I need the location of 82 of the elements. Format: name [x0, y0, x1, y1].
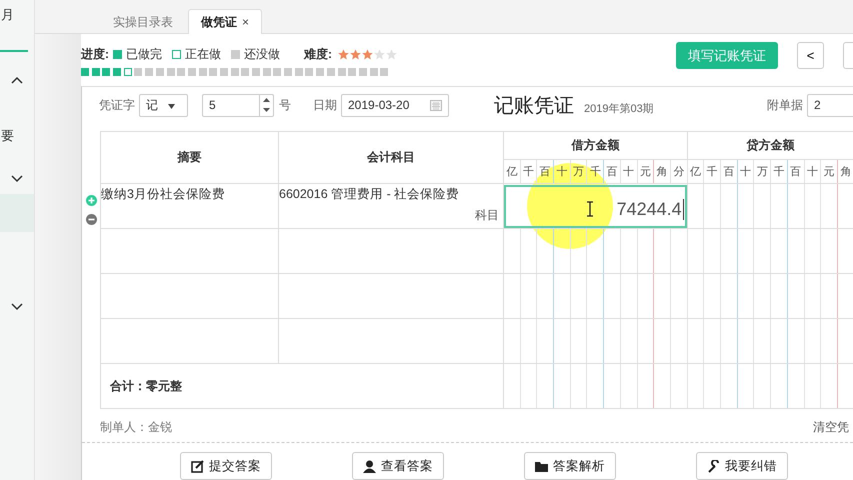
- unit-header: 千: [520, 160, 537, 184]
- unit-header: 万: [754, 160, 771, 184]
- legend-swatch: [172, 50, 181, 59]
- progress-label: 进度:: [81, 46, 109, 63]
- chevron-up-icon[interactable]: [11, 76, 23, 84]
- unit-header: 十: [554, 160, 570, 184]
- next-button[interactable]: [843, 42, 853, 69]
- sidebar-label[interactable]: 月: [0, 0, 34, 30]
- star-icon: [386, 49, 397, 60]
- summary-cell[interactable]: 缴纳3月份社会保险费: [100, 184, 278, 228]
- action-button[interactable]: 我要纠错: [696, 452, 788, 480]
- total-text: 合计：零元整: [100, 364, 504, 408]
- tab[interactable]: 实操目录表: [100, 9, 186, 34]
- clear-voucher-link[interactable]: 清空凭: [813, 419, 849, 436]
- attachments-label: 附单据: [767, 96, 803, 114]
- legend-swatch: [231, 50, 240, 59]
- voucher-period: 2019年第03期: [584, 102, 655, 116]
- action-button[interactable]: 查看答案: [352, 452, 444, 480]
- remove-row-icon[interactable]: [86, 214, 96, 225]
- action-button[interactable]: 提交答案: [180, 452, 272, 480]
- unit-header: 万: [570, 160, 587, 184]
- caret-icon: [168, 104, 175, 109]
- summary-cell[interactable]: [100, 274, 278, 318]
- unit-header: 元: [637, 160, 654, 184]
- action-button[interactable]: 答案解析: [524, 452, 616, 480]
- account-cell[interactable]: [278, 318, 504, 364]
- summary-cell[interactable]: [100, 228, 278, 274]
- debit-amount-field[interactable]: 74244.4: [504, 184, 687, 228]
- legend-swatch: [113, 50, 122, 59]
- account-text: 6602016 管理费用 - 社会保险费: [279, 187, 460, 201]
- folder-icon: [535, 460, 548, 472]
- star-icon: [362, 49, 373, 60]
- attachments-field[interactable]: 2: [807, 94, 853, 116]
- unit-header: 分: [670, 160, 688, 184]
- voucher-word-label: 凭证字: [99, 96, 135, 114]
- unit-header: 千: [770, 160, 788, 184]
- tab[interactable]: 做凭证 ×: [188, 9, 262, 34]
- number-suffix: 号: [279, 96, 291, 114]
- add-row-icon[interactable]: [86, 195, 96, 206]
- maker-text: 制单人：金锐: [100, 419, 172, 436]
- close-icon[interactable]: ×: [242, 15, 250, 29]
- chevron-down-icon[interactable]: [11, 303, 23, 311]
- difficulty-label: 难度:: [304, 46, 332, 63]
- column-header: 会计科目: [278, 132, 504, 184]
- date-field[interactable]: 2019-03-20: [341, 94, 449, 116]
- legend-label: 已做完: [126, 46, 162, 63]
- voucher-title: 记账凭证: [494, 94, 574, 118]
- user-icon: [363, 460, 376, 472]
- unit-header: 十: [804, 160, 821, 184]
- chevron-down-icon[interactable]: [11, 175, 23, 183]
- edit-icon: [191, 460, 204, 472]
- previous-button[interactable]: <: [797, 42, 824, 69]
- legend-label: 正在做: [185, 46, 221, 63]
- star-icon: [374, 49, 385, 60]
- summary-cell[interactable]: [100, 318, 278, 364]
- column-header: 摘要: [100, 132, 278, 184]
- legend-label: 还没做: [244, 46, 280, 63]
- voucher-number-field[interactable]: 5: [202, 94, 274, 116]
- unit-header: 百: [604, 160, 620, 184]
- calendar-icon: [430, 99, 442, 111]
- account-hint: 科目: [474, 207, 499, 224]
- star-icon: [338, 49, 349, 60]
- unit-header: 百: [720, 160, 738, 184]
- spinner[interactable]: [259, 94, 273, 116]
- text-cursor-icon: [586, 201, 594, 217]
- voucher-word-select[interactable]: 记: [139, 94, 188, 116]
- unit-header: 十: [737, 160, 754, 184]
- column-header: 借方金额: [504, 132, 688, 160]
- unit-header: 亿: [687, 160, 704, 184]
- unit-header: 元: [820, 160, 838, 184]
- unit-header: 百: [787, 160, 804, 184]
- column-header: 贷方金额: [687, 132, 853, 160]
- sidebar-label[interactable]: 要: [0, 108, 34, 164]
- star-icon: [350, 49, 361, 60]
- account-cell[interactable]: [278, 274, 504, 318]
- account-cell[interactable]: 6602016 管理费用 - 社会保险费 科目: [278, 184, 504, 228]
- unit-header: 千: [704, 160, 721, 184]
- account-cell[interactable]: [278, 228, 504, 274]
- unit-header: 十: [620, 160, 637, 184]
- date-label: 日期: [313, 96, 337, 114]
- unit-header: 角: [654, 160, 670, 184]
- unit-header: 亿: [504, 160, 520, 184]
